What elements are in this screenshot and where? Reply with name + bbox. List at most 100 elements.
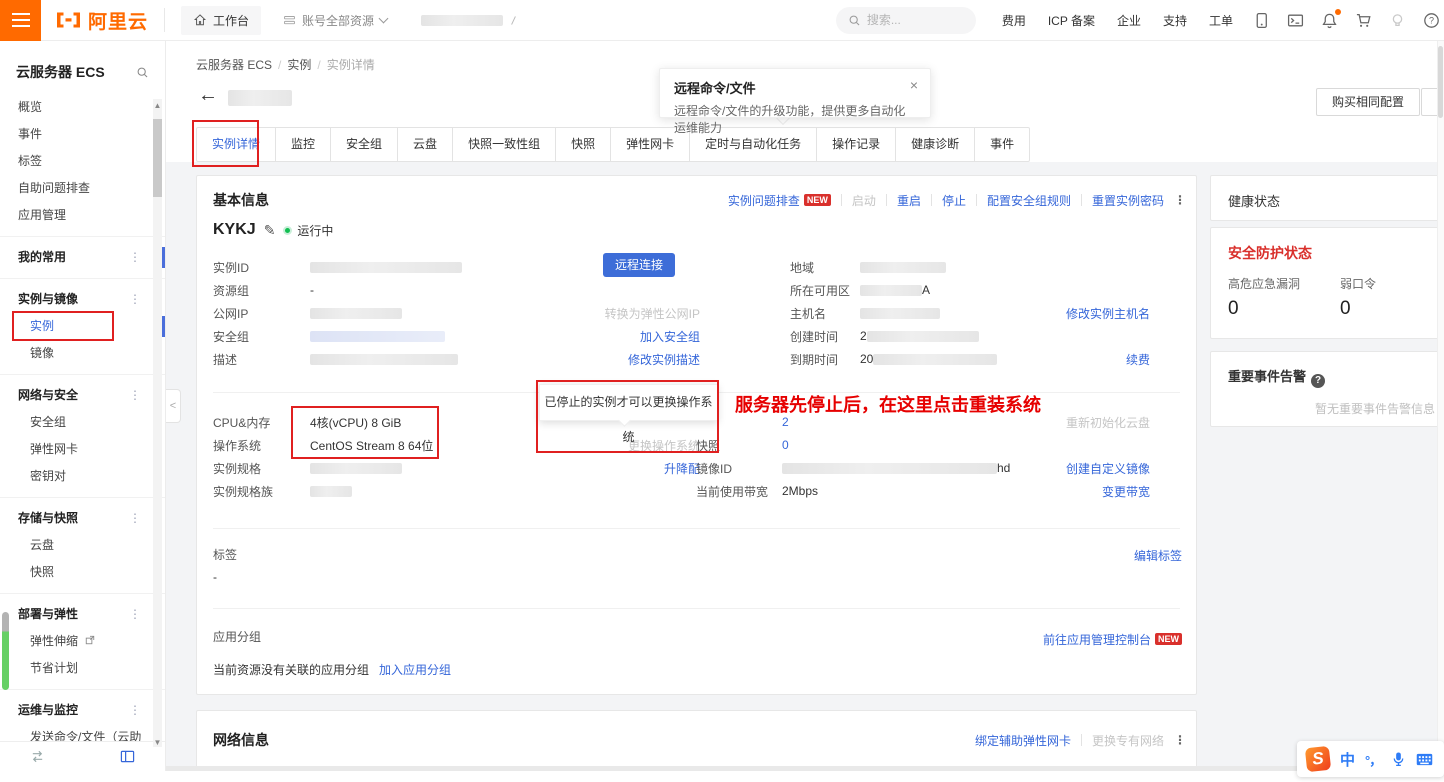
edit-hostname-link[interactable]: 修改实例主机名 [1066,305,1150,322]
change-vpc-link[interactable]: 更换专有网络 [1092,732,1164,749]
edit-name-icon[interactable] [264,222,276,239]
swap-arrows-icon[interactable] [30,749,45,764]
nav-icp[interactable]: ICP 备案 [1048,12,1095,29]
disks-count-link[interactable]: 2 [782,415,789,429]
sidebar-item-tags[interactable]: 标签 [0,148,165,175]
bind-eni-link[interactable]: 绑定辅助弹性网卡 [975,732,1071,749]
stop-link[interactable]: 停止 [942,192,966,209]
convert-to-eip-link[interactable]: 转换为弹性公网IP [605,305,700,322]
tab-snapshot-consistency-groups[interactable]: 快照一致性组 [453,128,556,161]
reset-password-link[interactable]: 重置实例密码 [1092,192,1164,209]
collapse-panel-icon[interactable] [120,749,135,764]
breadcrumb-ecs[interactable]: 云服务器 ECS [196,56,281,73]
sidebar-item-images[interactable]: 镜像 [0,340,165,367]
sidebar-collapse-handle[interactable]: < [166,389,181,423]
cart-icon[interactable] [1355,12,1372,29]
sidebar-item-overview[interactable]: 概览 [0,94,165,121]
field-label: 资源组 [213,282,310,299]
mobile-app-icon[interactable] [1253,12,1270,29]
more-icon[interactable] [129,505,141,532]
cloudshell-icon[interactable] [1287,12,1304,29]
close-icon[interactable]: × [910,77,918,93]
ime-punctuation-toggle[interactable]: °， [1365,750,1381,769]
buy-same-config-button[interactable]: 购买相同配置 [1316,88,1420,116]
help-icon[interactable]: ? [1423,12,1440,29]
edit-tags-link[interactable]: 编辑标签 [1134,547,1182,564]
create-custom-image-link[interactable]: 创建自定义镜像 [1066,460,1150,477]
sidebar-search-icon[interactable] [136,66,149,79]
sidebar-item-events[interactable]: 事件 [0,121,165,148]
more-icon[interactable] [129,382,141,409]
sidebar-item-savings-plans[interactable]: 节省计划 [0,655,165,682]
configure-sg-rules-link[interactable]: 配置安全组规则 [987,192,1071,209]
more-icon[interactable] [129,601,141,628]
sidebar-group-deployment-elasticity[interactable]: 部署与弹性 [0,601,165,628]
reinitialize-disk-link[interactable]: 重新初始化云盘 [1066,414,1150,431]
lightbulb-icon[interactable] [1389,12,1406,29]
sidebar-item-security-groups[interactable]: 安全组 [0,409,165,436]
sidebar-group-instances-images[interactable]: 实例与镜像 [0,286,165,313]
workbench-button[interactable]: 工作台 [181,6,261,35]
back-arrow[interactable]: ← [198,84,218,107]
account-resources-dropdown[interactable]: 账号全部资源 [283,12,387,29]
sidebar-item-keypairs[interactable]: 密钥对 [0,463,165,490]
sidebar-group-favorites[interactable]: 我的常用 [0,244,165,271]
weak-password-value[interactable]: 0 [1340,298,1376,320]
sidebar-item-eni[interactable]: 弹性网卡 [0,436,165,463]
sogou-logo-icon[interactable]: S [1305,746,1331,772]
global-search[interactable] [836,7,976,34]
aliyun-logo[interactable]: 阿里云 [55,7,148,34]
nav-support[interactable]: 支持 [1163,12,1187,29]
goto-app-console-link[interactable]: 前往应用管理控制台 [1043,631,1151,648]
renew-link[interactable]: 续费 [1126,351,1150,368]
sidebar-group-network-security[interactable]: 网络与安全 [0,382,165,409]
sidebar-item-snapshots[interactable]: 快照 [0,559,165,586]
upgrade-downgrade-link[interactable]: 升降配 [664,460,700,477]
vuln-value[interactable]: 0 [1228,298,1340,320]
more-icon[interactable] [129,286,141,313]
nav-billing[interactable]: 费用 [1002,12,1026,29]
nav-enterprise[interactable]: 企业 [1117,12,1141,29]
sidebar-item-auto-scaling[interactable]: 弹性伸缩 [0,628,165,655]
nav-tickets[interactable]: 工单 [1209,12,1233,29]
troubleshoot-link[interactable]: 实例问题排查 [728,192,800,209]
bell-icon[interactable] [1321,12,1338,29]
more-icon[interactable] [129,697,141,724]
sidebar-group-ops-monitoring[interactable]: 运维与监控 [0,697,165,724]
tab-disks[interactable]: 云盘 [398,128,453,161]
help-circle-icon[interactable]: ? [1311,374,1325,388]
tab-instance-details[interactable]: 实例详情 [197,128,276,161]
snapshot-count-link[interactable]: 0 [782,438,789,452]
tab-snapshots[interactable]: 快照 [556,128,611,161]
edit-description-link[interactable]: 修改实例描述 [628,351,700,368]
change-os-link[interactable]: 更换操作系统 [628,437,700,454]
microphone-icon[interactable] [1391,751,1406,767]
tab-security-groups[interactable]: 安全组 [331,128,398,161]
reboot-link[interactable]: 重启 [897,192,921,209]
sidebar-item-disks[interactable]: 云盘 [0,532,165,559]
ime-language-toggle[interactable]: 中 [1340,749,1355,770]
more-icon[interactable] [1174,193,1186,207]
scroll-up-arrow[interactable]: ▲ [153,101,162,110]
search-input[interactable] [867,13,957,27]
keyboard-icon[interactable] [1416,752,1433,767]
sidebar-item-instances[interactable]: 实例 [0,313,165,340]
page-scrollbar-track[interactable] [1437,41,1444,766]
scroll-down-arrow[interactable]: ▼ [153,738,162,747]
tab-events[interactable]: 事件 [975,128,1029,161]
breadcrumb-instances[interactable]: 实例 [287,56,320,73]
tab-monitoring[interactable]: 监控 [276,128,331,161]
more-icon[interactable] [1174,733,1186,747]
change-bandwidth-link[interactable]: 变更带宽 [1102,483,1150,500]
sidebar-item-app-management[interactable]: 应用管理 [0,202,165,229]
sidebar-scrollbar-thumb[interactable] [153,119,162,197]
start-link[interactable]: 启动 [852,192,876,209]
sidebar-item-troubleshoot[interactable]: 自助问题排查 [0,175,165,202]
join-sg-link[interactable]: 加入安全组 [640,328,700,345]
page-scrollbar-thumb[interactable] [1438,46,1443,118]
more-icon[interactable] [129,244,141,271]
join-app-group-link[interactable]: 加入应用分组 [379,661,451,678]
remote-connect-button[interactable]: 远程连接 [603,253,675,277]
hamburger-icon[interactable] [0,0,41,41]
sidebar-group-storage-snapshots[interactable]: 存储与快照 [0,505,165,532]
